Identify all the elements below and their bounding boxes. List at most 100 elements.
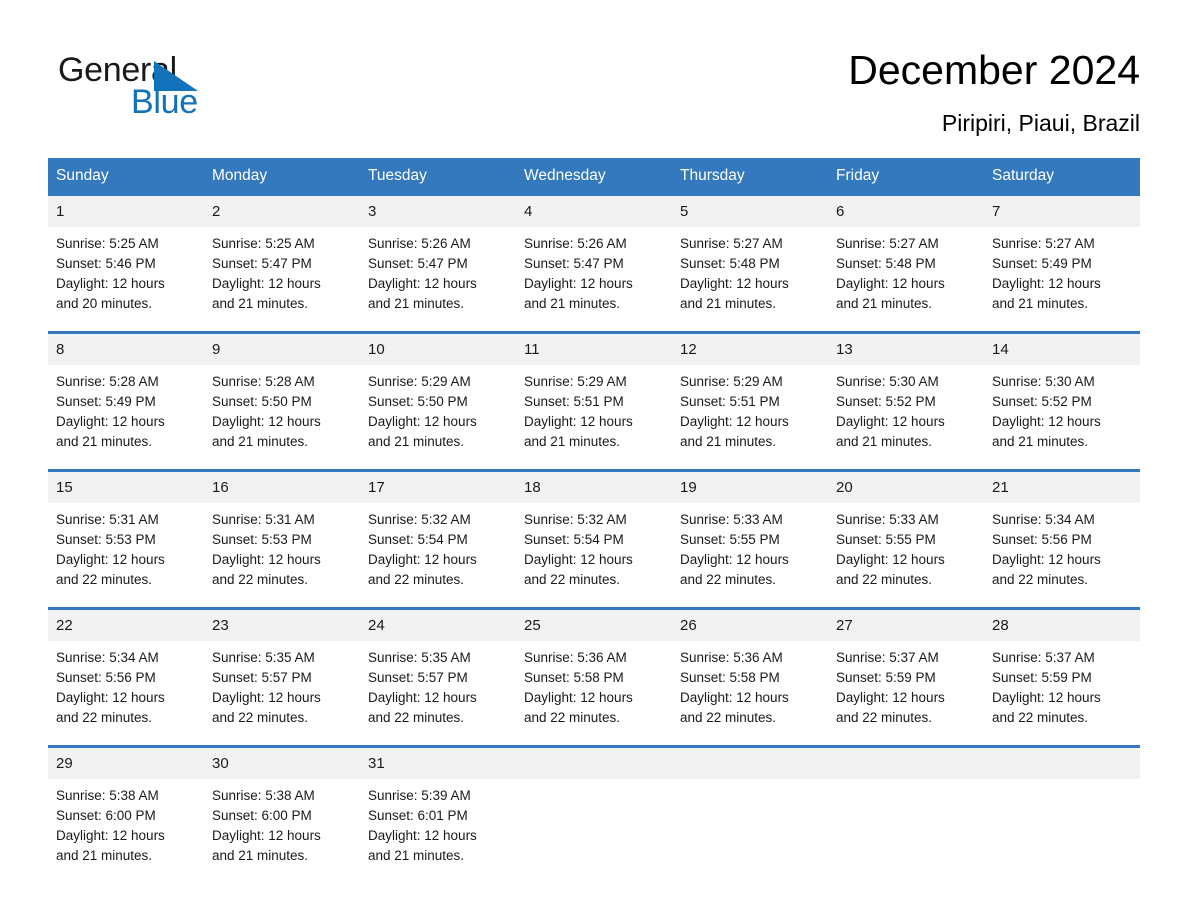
day-number: 11: [516, 334, 672, 365]
sunset-text: Sunset: 5:51 PM: [680, 394, 780, 409]
calendar-week-row: 29 Sunrise: 5:38 AM Sunset: 6:00 PM Dayligh…: [48, 745, 1140, 869]
calendar-day-cell[interactable]: 31 Sunrise: 5:39 AM Sunset: 6:01 PM Dayligh…: [360, 748, 516, 869]
day-number: 22: [48, 610, 204, 641]
daylight-text-line2: and 22 minutes.: [56, 710, 153, 725]
daylight-text-line2: and 22 minutes.: [836, 572, 933, 587]
calendar-day-cell[interactable]: 21 Sunrise: 5:34 AM Sunset: 5:56 PM Dayligh…: [984, 472, 1140, 593]
daylight-text-line2: and 22 minutes.: [992, 710, 1089, 725]
calendar-day-cell[interactable]: 28 Sunrise: 5:37 AM Sunset: 5:59 PM Dayligh…: [984, 610, 1140, 731]
calendar-day-cell[interactable]: 22 Sunrise: 5:34 AM Sunset: 5:56 PM Dayligh…: [48, 610, 204, 731]
day-number: 4: [516, 196, 672, 227]
calendar-day-cell[interactable]: 17 Sunrise: 5:32 AM Sunset: 5:54 PM Dayligh…: [360, 472, 516, 593]
daylight-text-line1: Daylight: 12 hours: [368, 552, 477, 567]
day-details: Sunrise: 5:35 AM Sunset: 5:57 PM Daylight:…: [204, 641, 360, 728]
daylight-text-line1: Daylight: 12 hours: [368, 690, 477, 705]
day-details: Sunrise: 5:36 AM Sunset: 5:58 PM Daylight:…: [672, 641, 828, 728]
calendar-day-cell[interactable]: 5 Sunrise: 5:27 AM Sunset: 5:48 PM Daylight…: [672, 196, 828, 317]
general-blue-logo[interactable]: General Blue: [58, 50, 258, 130]
calendar-day-cell[interactable]: 15 Sunrise: 5:31 AM Sunset: 5:53 PM Dayligh…: [48, 472, 204, 593]
daylight-text-line1: Daylight: 12 hours: [56, 828, 165, 843]
day-number: [516, 748, 672, 779]
calendar-day-cell[interactable]: 10 Sunrise: 5:29 AM Sunset: 5:50 PM Dayligh…: [360, 334, 516, 455]
sunset-text: Sunset: 5:57 PM: [212, 670, 312, 685]
page-masthead: General Blue December 2024 Piripiri, Pia…: [48, 44, 1140, 144]
calendar-day-cell[interactable]: 23 Sunrise: 5:35 AM Sunset: 5:57 PM Dayligh…: [204, 610, 360, 731]
sunrise-text: Sunrise: 5:25 AM: [56, 236, 159, 251]
calendar-day-cell[interactable]: 13 Sunrise: 5:30 AM Sunset: 5:52 PM Dayligh…: [828, 334, 984, 455]
calendar-day-cell[interactable]: 26 Sunrise: 5:36 AM Sunset: 5:58 PM Dayligh…: [672, 610, 828, 731]
day-number: 19: [672, 472, 828, 503]
day-header-saturday: Saturday: [992, 167, 1055, 184]
sunrise-text: Sunrise: 5:35 AM: [368, 650, 471, 665]
sunrise-text: Sunrise: 5:38 AM: [56, 788, 159, 803]
calendar-day-cell[interactable]: 11 Sunrise: 5:29 AM Sunset: 5:51 PM Dayligh…: [516, 334, 672, 455]
sunset-text: Sunset: 5:56 PM: [56, 670, 156, 685]
calendar-weeks-host: 1 Sunrise: 5:25 AM Sunset: 5:46 PM Daylight…: [48, 193, 1140, 869]
day-header-monday: Monday: [212, 167, 268, 184]
calendar-day-cell[interactable]: 25 Sunrise: 5:36 AM Sunset: 5:58 PM Dayligh…: [516, 610, 672, 731]
sunrise-text: Sunrise: 5:33 AM: [836, 512, 939, 527]
calendar-day-cell-empty: [516, 748, 672, 869]
calendar-day-cell[interactable]: 14 Sunrise: 5:30 AM Sunset: 5:52 PM Dayligh…: [984, 334, 1140, 455]
day-details: Sunrise: 5:31 AM Sunset: 5:53 PM Daylight:…: [48, 503, 204, 590]
calendar-day-cell[interactable]: 24 Sunrise: 5:35 AM Sunset: 5:57 PM Dayligh…: [360, 610, 516, 731]
calendar-day-cell[interactable]: 9 Sunrise: 5:28 AM Sunset: 5:50 PM Daylight…: [204, 334, 360, 455]
daylight-text-line1: Daylight: 12 hours: [368, 414, 477, 429]
day-number: 13: [828, 334, 984, 365]
sunset-text: Sunset: 5:50 PM: [212, 394, 312, 409]
calendar-day-cell[interactable]: 8 Sunrise: 5:28 AM Sunset: 5:49 PM Daylight…: [48, 334, 204, 455]
calendar-day-cell[interactable]: 18 Sunrise: 5:32 AM Sunset: 5:54 PM Dayligh…: [516, 472, 672, 593]
calendar-day-cell-empty: [984, 748, 1140, 869]
daylight-text-line1: Daylight: 12 hours: [680, 552, 789, 567]
day-details: Sunrise: 5:31 AM Sunset: 5:53 PM Daylight:…: [204, 503, 360, 590]
calendar-day-cell[interactable]: 12 Sunrise: 5:29 AM Sunset: 5:51 PM Dayligh…: [672, 334, 828, 455]
day-number: 1: [48, 196, 204, 227]
daylight-text-line2: and 21 minutes.: [368, 848, 465, 863]
daylight-text-line1: Daylight: 12 hours: [524, 690, 633, 705]
calendar-day-cell[interactable]: 2 Sunrise: 5:25 AM Sunset: 5:47 PM Daylight…: [204, 196, 360, 317]
calendar-day-cell[interactable]: 3 Sunrise: 5:26 AM Sunset: 5:47 PM Daylight…: [360, 196, 516, 317]
day-header-sunday: Sunday: [56, 167, 109, 184]
calendar-day-cell[interactable]: 7 Sunrise: 5:27 AM Sunset: 5:49 PM Daylight…: [984, 196, 1140, 317]
sunrise-text: Sunrise: 5:34 AM: [992, 512, 1095, 527]
daylight-text-line2: and 22 minutes.: [836, 710, 933, 725]
calendar-day-cell[interactable]: 20 Sunrise: 5:33 AM Sunset: 5:55 PM Dayligh…: [828, 472, 984, 593]
calendar-day-cell[interactable]: 6 Sunrise: 5:27 AM Sunset: 5:48 PM Daylight…: [828, 196, 984, 317]
title-block: December 2024 Piripiri, Piaui, Brazil: [848, 44, 1140, 140]
calendar-day-cell[interactable]: 1 Sunrise: 5:25 AM Sunset: 5:46 PM Daylight…: [48, 196, 204, 317]
day-details: Sunrise: 5:27 AM Sunset: 5:49 PM Daylight:…: [984, 227, 1140, 314]
day-details: Sunrise: 5:25 AM Sunset: 5:46 PM Daylight:…: [48, 227, 204, 314]
daylight-text-line1: Daylight: 12 hours: [524, 276, 633, 291]
day-header-thursday: Thursday: [680, 167, 745, 184]
calendar-day-cell[interactable]: 29 Sunrise: 5:38 AM Sunset: 6:00 PM Dayligh…: [48, 748, 204, 869]
calendar-day-cell[interactable]: 30 Sunrise: 5:38 AM Sunset: 6:00 PM Dayligh…: [204, 748, 360, 869]
daylight-text-line2: and 21 minutes.: [992, 434, 1089, 449]
page-title: December 2024: [848, 47, 1140, 93]
daylight-text-line2: and 22 minutes.: [524, 710, 621, 725]
week-separator: [48, 455, 1140, 469]
page-subtitle-location: Piripiri, Piaui, Brazil: [941, 110, 1140, 136]
day-details: Sunrise: 5:30 AM Sunset: 5:52 PM Daylight:…: [984, 365, 1140, 452]
calendar-day-cell[interactable]: 27 Sunrise: 5:37 AM Sunset: 5:59 PM Dayligh…: [828, 610, 984, 731]
day-header-tuesday: Tuesday: [368, 167, 427, 184]
daylight-text-line2: and 21 minutes.: [524, 296, 621, 311]
sunset-text: Sunset: 5:46 PM: [56, 256, 156, 271]
week-separator: [48, 593, 1140, 607]
sunset-text: Sunset: 5:55 PM: [836, 532, 936, 547]
day-number: 8: [48, 334, 204, 365]
calendar-day-cell[interactable]: 16 Sunrise: 5:31 AM Sunset: 5:53 PM Dayligh…: [204, 472, 360, 593]
sunrise-text: Sunrise: 5:29 AM: [524, 374, 627, 389]
daylight-text-line1: Daylight: 12 hours: [836, 276, 945, 291]
daylight-text-line2: and 22 minutes.: [212, 572, 309, 587]
daylight-text-line1: Daylight: 12 hours: [212, 690, 321, 705]
sunset-text: Sunset: 5:57 PM: [368, 670, 468, 685]
sunrise-text: Sunrise: 5:25 AM: [212, 236, 315, 251]
day-details: Sunrise: 5:27 AM Sunset: 5:48 PM Daylight:…: [672, 227, 828, 314]
daylight-text-line1: Daylight: 12 hours: [56, 414, 165, 429]
daylight-text-line2: and 22 minutes.: [524, 572, 621, 587]
daylight-text-line2: and 22 minutes.: [56, 572, 153, 587]
calendar-day-cell[interactable]: 4 Sunrise: 5:26 AM Sunset: 5:47 PM Daylight…: [516, 196, 672, 317]
day-details: Sunrise: 5:25 AM Sunset: 5:47 PM Daylight:…: [204, 227, 360, 314]
calendar-day-cell[interactable]: 19 Sunrise: 5:33 AM Sunset: 5:55 PM Dayligh…: [672, 472, 828, 593]
sunrise-text: Sunrise: 5:27 AM: [992, 236, 1095, 251]
